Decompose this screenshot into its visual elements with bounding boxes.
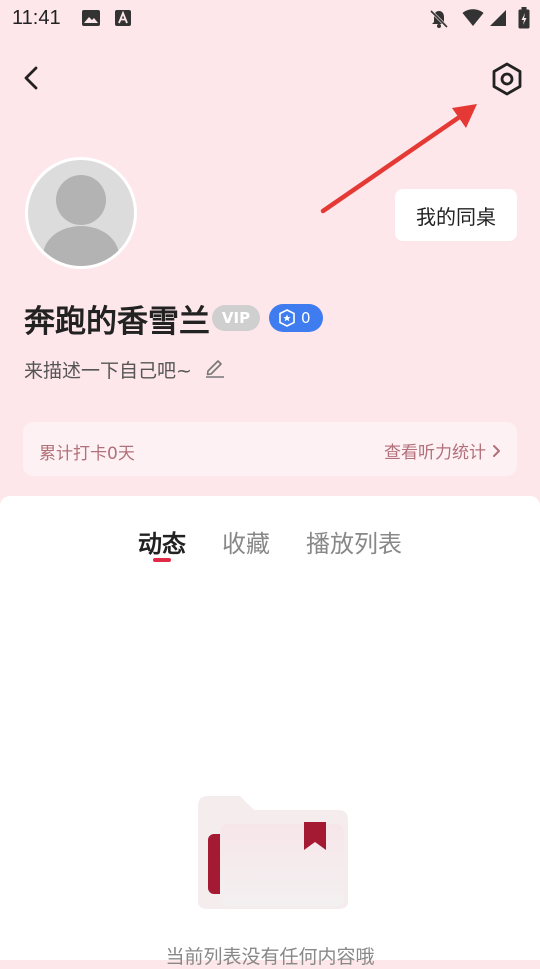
settings-button[interactable] (490, 62, 524, 96)
vip-badge[interactable]: VIP (212, 305, 260, 331)
font-a-icon (115, 10, 131, 26)
empty-folder-icon (198, 796, 348, 909)
checkin-stats-bar: 累计打卡0天 查看听力统计 (23, 422, 517, 476)
battery-icon (518, 7, 530, 29)
level-value: 0 (301, 309, 311, 327)
cell-signal-icon (490, 10, 506, 26)
image-icon (82, 10, 100, 26)
avatar[interactable] (25, 157, 137, 269)
tab-favorites[interactable]: 收藏 (222, 524, 270, 559)
wifi-icon (462, 9, 484, 26)
status-time: 11:41 (12, 7, 61, 29)
bio-text[interactable]: 来描述一下自己吧~ (24, 356, 192, 383)
empty-state-message: 当前列表没有任何内容哦 (165, 946, 375, 968)
default-avatar-icon (43, 175, 119, 266)
status-bar: 11:41 (0, 0, 540, 36)
bell-off-icon (429, 9, 449, 29)
level-shield-icon (279, 309, 295, 327)
tab-activity[interactable]: 动态 (138, 524, 186, 559)
username: 奔跑的香雪兰 (24, 304, 210, 340)
back-button[interactable] (18, 64, 46, 92)
checkin-days-text: 累计打卡0天 (39, 444, 135, 464)
settings-hex-icon (492, 62, 522, 96)
edit-pencil-icon[interactable] (204, 356, 226, 378)
listen-stats-link[interactable]: 查看听力统计 (384, 438, 501, 463)
level-badge[interactable]: 0 (269, 304, 323, 332)
active-tab-indicator (153, 558, 171, 562)
tab-playlist[interactable]: 播放列表 (306, 524, 402, 559)
my-deskmate-button[interactable]: 我的同桌 (395, 189, 517, 241)
listen-stats-label: 查看听力统计 (384, 443, 486, 463)
chevron-right-icon (493, 444, 500, 457)
